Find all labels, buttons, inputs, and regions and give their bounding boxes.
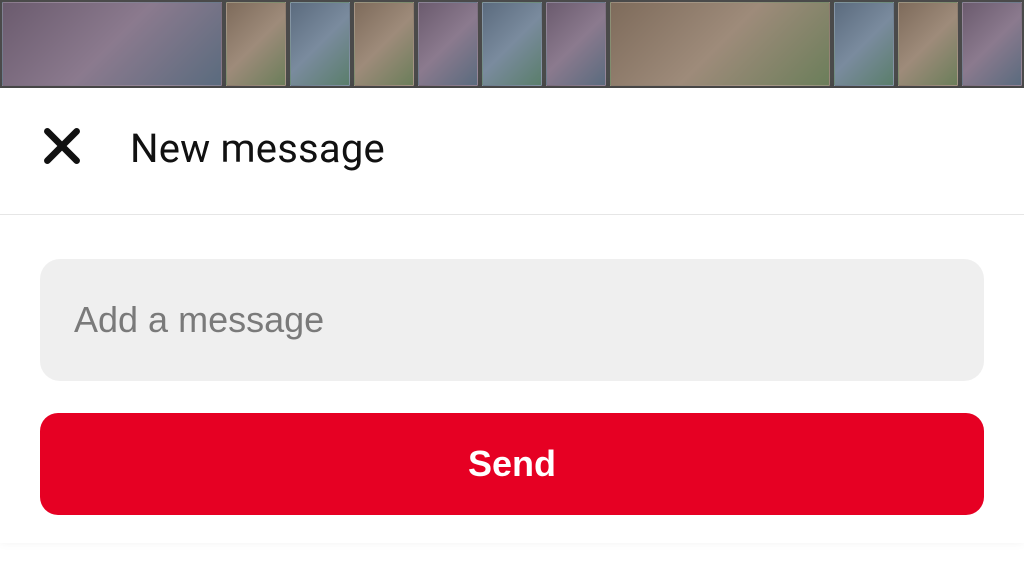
send-button[interactable]: Send	[40, 413, 984, 515]
grid-image	[610, 2, 830, 86]
grid-image	[546, 2, 606, 86]
background-image-grid	[0, 0, 1024, 88]
grid-image	[226, 2, 286, 86]
grid-image	[898, 2, 958, 86]
close-icon	[40, 124, 84, 172]
grid-image	[418, 2, 478, 86]
panel-body: Send	[0, 215, 1024, 543]
grid-image	[482, 2, 542, 86]
close-button[interactable]	[38, 124, 86, 172]
grid-image	[834, 2, 894, 86]
grid-image	[962, 2, 1022, 86]
message-input[interactable]	[40, 259, 984, 381]
panel-title: New message	[130, 125, 385, 172]
new-message-panel: New message Send	[0, 88, 1024, 543]
grid-image	[290, 2, 350, 86]
grid-image	[354, 2, 414, 86]
panel-header: New message	[0, 88, 1024, 215]
grid-image	[2, 2, 222, 86]
